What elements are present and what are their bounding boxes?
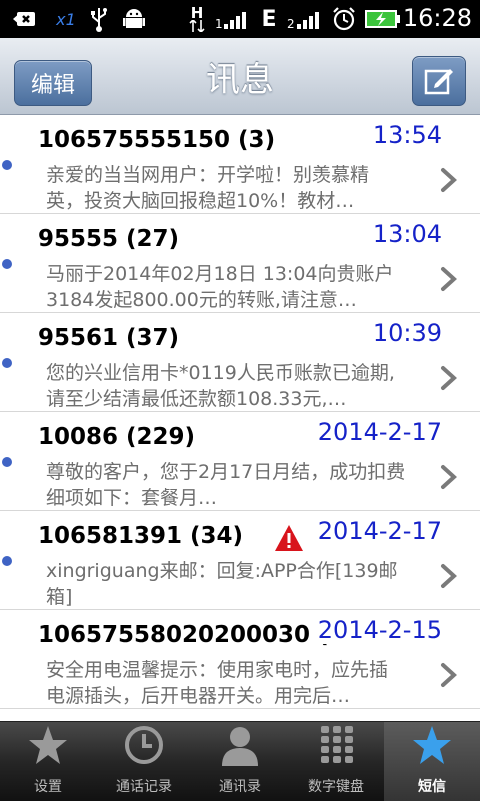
message-preview: 您的兴业信用卡*0119人民币账款已逾期,请至少结清最低还款额108.33元,… (46, 362, 395, 410)
warning-icon (275, 525, 303, 551)
chevron-right-icon[interactable] (438, 662, 460, 688)
message-row[interactable]: 106581391 (34) 2014-2-17 xingriguang来邮：回复:… (0, 511, 480, 610)
status-time: 16:28 (402, 4, 472, 32)
message-sender: 106581391 (34) (38, 523, 244, 549)
tab-label: 短信 (418, 779, 446, 795)
h-data-icon: H (186, 6, 208, 32)
unread-dot-icon (2, 457, 12, 467)
tab-2[interactable]: 通讯录 (192, 722, 288, 801)
message-list[interactable]: 106575555150 (3) 13:54 亲爱的当当网用户：开学啦！别羡慕精英，… (0, 115, 480, 721)
page-title: 讯息 (206, 60, 274, 100)
message-row[interactable]: 10086 (229) 2014-2-17 尊敬的客户，您于2月17日月结，成功扣费… (0, 412, 480, 511)
svg-text:1: 1 (215, 17, 223, 30)
back-arrow-icon (10, 6, 40, 32)
tab-0[interactable]: 设置 (0, 722, 96, 801)
message-row[interactable]: 95561 (37) 10:39 您的兴业信用卡*0119人民币账款已逾期,请至少结… (0, 313, 480, 412)
tab-label: 通话记录 (116, 779, 172, 795)
person-icon (219, 724, 261, 766)
message-row[interactable]: 10657558020200030 (2014-2-15 安全用电温馨提示：使用家… (0, 610, 480, 709)
message-preview: xingriguang来邮：回复:APP合作[139邮箱] (46, 560, 398, 608)
message-row[interactable]: 106575555150 (3) 13:54 亲爱的当当网用户：开学啦！别羡慕精英，… (0, 115, 480, 214)
tab-bar: 设置 通话记录 通讯录 数字键盘 短信 (0, 721, 480, 801)
star-icon (411, 724, 453, 766)
message-preview: 尊敬的客户，您于2月17日月结，成功扣费细项如下：套餐月… (46, 461, 406, 509)
usb-icon (86, 6, 112, 32)
message-time: 2014-2-17 (311, 418, 442, 446)
signal-icon: 1 (214, 6, 252, 32)
signal-2-icon: 2 (286, 6, 326, 32)
message-sender: 10657558020200030 ( (38, 622, 329, 648)
unread-dot-icon (2, 259, 12, 269)
message-time: 2014-2-17 (311, 517, 442, 545)
message-time: 10:39 (366, 319, 442, 347)
compose-icon (424, 69, 453, 95)
message-time: 13:04 (366, 220, 442, 248)
svg-text:2: 2 (287, 17, 295, 30)
status-bar: x1 H 1 E 2 16:28 (0, 0, 480, 38)
message-time: 2014-2-15 (311, 616, 442, 644)
title-bar: 编辑 讯息 (0, 38, 480, 115)
message-sender: 95561 (37) (38, 325, 180, 351)
e-network-icon: E (261, 6, 277, 32)
unread-dot-icon (2, 160, 12, 170)
tab-label: 数字键盘 (308, 779, 364, 795)
chevron-right-icon[interactable] (438, 365, 460, 391)
message-sender: 106575555150 (3) (38, 127, 276, 153)
bluetooth-x1-icon: x1 (56, 9, 76, 29)
keypad-icon (315, 724, 357, 766)
unread-dot-icon (2, 556, 12, 566)
message-sender: 10086 (229) (38, 424, 196, 450)
android-debug-icon (120, 6, 148, 32)
compose-button[interactable] (412, 56, 466, 106)
unread-dot-icon (2, 358, 12, 368)
chevron-right-icon[interactable] (438, 563, 460, 589)
message-sender: 95555 (27) (38, 226, 180, 252)
clock-icon (123, 724, 165, 766)
tab-label: 设置 (34, 779, 62, 795)
message-preview: 亲爱的当当网用户：开学啦！别羡慕精英，投资大脑回报稳超10%！教材… (46, 164, 370, 212)
message-time: 13:54 (366, 121, 442, 149)
message-row[interactable]: 95555 (27) 13:04 马丽于2014年02月18日 13:04向贵账户3… (0, 214, 480, 313)
alarm-icon (330, 6, 358, 32)
tab-4[interactable]: 短信 (384, 722, 480, 801)
battery-charging-icon (364, 6, 402, 32)
message-preview: 马丽于2014年02月18日 13:04向贵账户3184发起800.00元的转账… (46, 263, 394, 311)
chevron-right-icon[interactable] (438, 464, 460, 490)
tab-label: 通讯录 (219, 779, 261, 795)
message-preview: 安全用电温馨提示：使用家电时，应先插电源插头，后开电器开关。用完后… (46, 659, 389, 707)
chevron-right-icon[interactable] (438, 167, 460, 193)
tab-3[interactable]: 数字键盘 (288, 722, 384, 801)
chevron-right-icon[interactable] (438, 266, 460, 292)
star-icon (27, 724, 69, 766)
tab-1[interactable]: 通话记录 (96, 722, 192, 801)
